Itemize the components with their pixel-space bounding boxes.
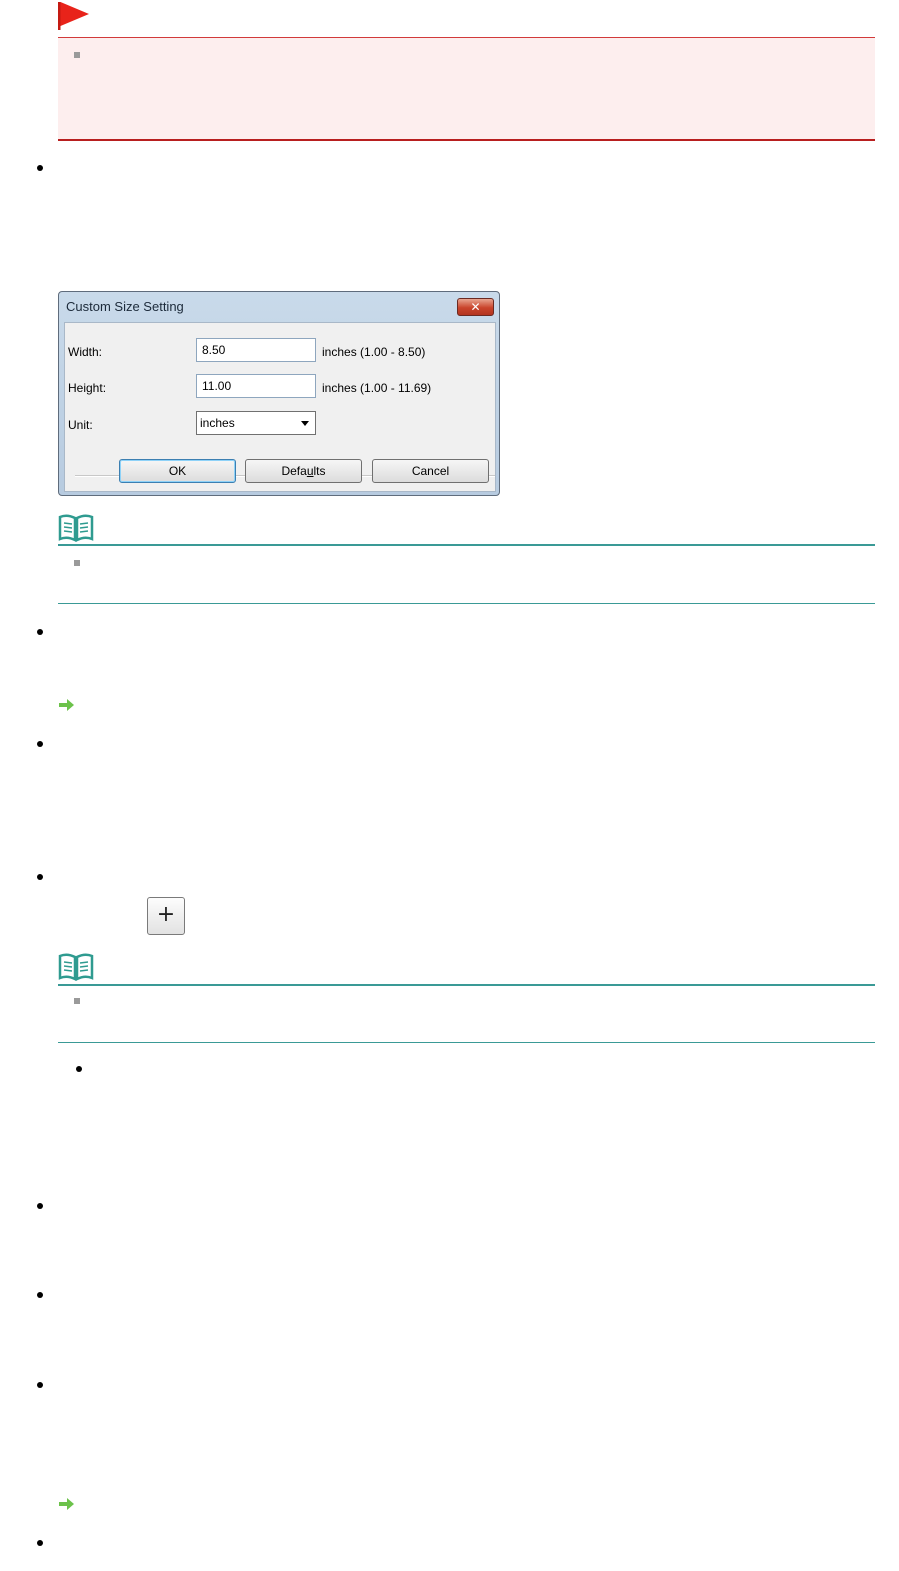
arrow-right-icon[interactable] [59, 1498, 75, 1510]
unit-select-value: inches [200, 416, 235, 430]
bullet [37, 1203, 43, 1209]
ok-button[interactable]: OK [119, 459, 236, 483]
unit-label: Unit: [68, 418, 93, 432]
width-label: Width: [68, 345, 103, 359]
width-field[interactable] [196, 338, 316, 362]
dialog-title: Custom Size Setting [66, 299, 184, 314]
arrow-right-icon[interactable] [59, 699, 75, 711]
defaults-label-start: Defa [281, 464, 307, 478]
list-marker [74, 560, 80, 566]
bullet [37, 629, 43, 635]
plus-icon[interactable]: + [147, 897, 185, 935]
list-marker [74, 52, 80, 58]
list-marker [74, 998, 80, 1004]
important-box [58, 37, 875, 141]
bullet [37, 874, 43, 880]
important-flag-icon [58, 2, 89, 30]
bullet [37, 1292, 43, 1298]
note-bottom-line [58, 603, 875, 604]
defaults-label-end: lts [313, 464, 326, 478]
bullet [37, 741, 43, 747]
height-field[interactable] [196, 374, 316, 398]
note-top-line [58, 984, 875, 986]
note-book-icon [58, 514, 94, 542]
note-top-line [58, 544, 875, 546]
note-book-icon [58, 953, 94, 981]
bullet [37, 1382, 43, 1388]
height-range-label: inches (1.00 - 11.69) [322, 381, 432, 395]
custom-size-dialog: Custom Size Setting ✕ Width: inches (1.0… [58, 291, 500, 496]
nested-bullet [76, 1066, 82, 1072]
close-icon[interactable]: ✕ [457, 298, 494, 316]
dialog-body: Width: inches (1.00 - 8.50) Height: inch… [64, 322, 496, 492]
unit-select[interactable]: inches [196, 411, 316, 435]
cancel-button[interactable]: Cancel [372, 459, 489, 483]
bullet [37, 1540, 43, 1546]
bullet [37, 165, 43, 171]
dialog-titlebar: Custom Size Setting ✕ [59, 292, 499, 322]
chevron-down-icon [301, 421, 309, 426]
defaults-accelerator: u [306, 464, 314, 478]
width-range-label: inches (1.00 - 8.50) [322, 345, 426, 359]
note-bottom-line [58, 1042, 875, 1043]
height-label: Height: [68, 381, 107, 395]
defaults-button[interactable]: Defaults [245, 459, 362, 483]
